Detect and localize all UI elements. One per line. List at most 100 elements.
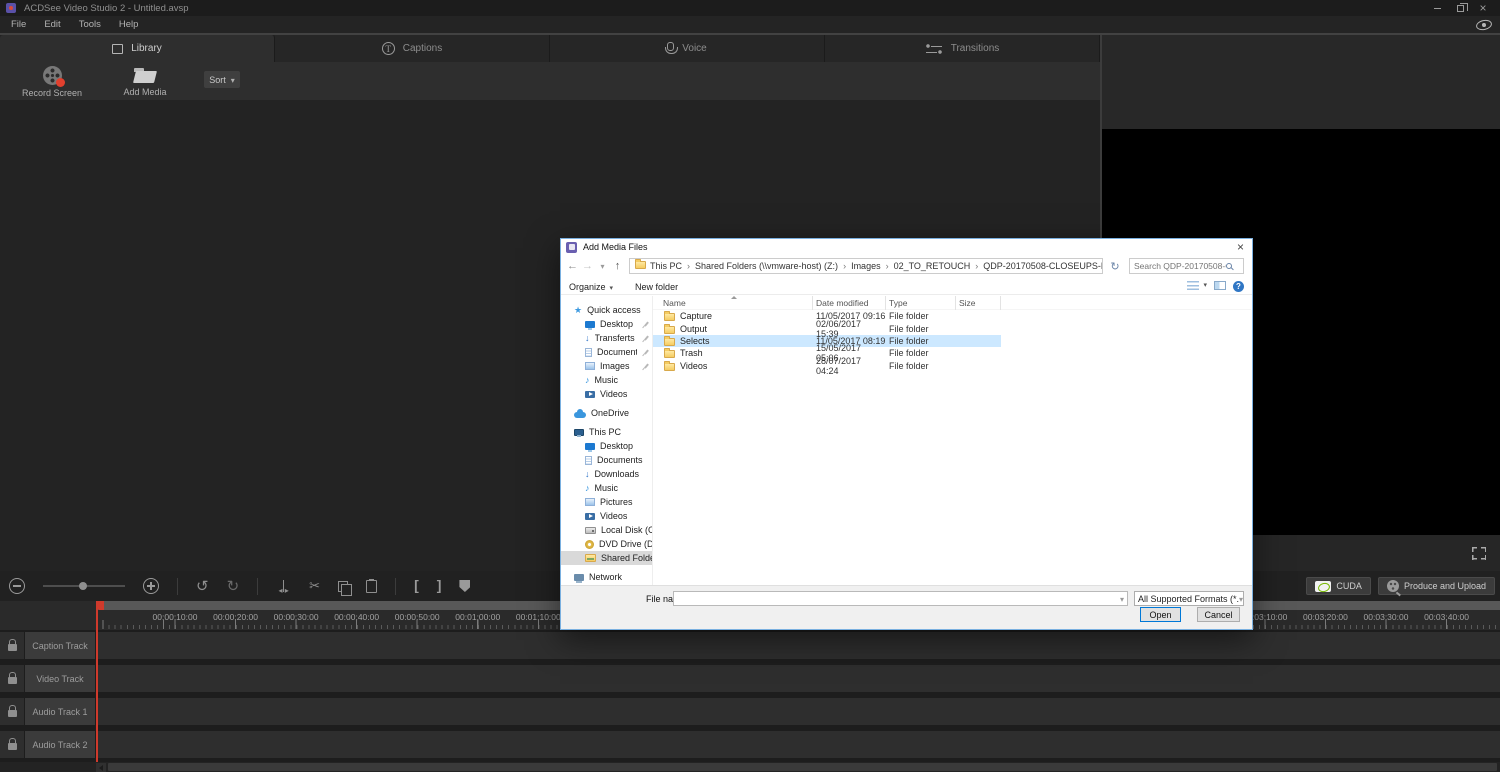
record-screen-button[interactable]: Record Screen — [14, 66, 90, 98]
sidebar-item[interactable]: Shared Folders (\\vm — [561, 551, 652, 565]
track-lane[interactable] — [96, 665, 1500, 692]
preview-pane-button[interactable] — [1206, 281, 1226, 292]
breadcrumb-item[interactable]: QDP-20170508-CLOSEUPS-FLOWERS — [983, 261, 1102, 271]
paste-button[interactable] — [357, 571, 386, 601]
organize-dropdown[interactable]: Organize — [569, 282, 613, 292]
zoom-in-button[interactable] — [134, 571, 168, 601]
column-header-date[interactable]: Date modified — [813, 295, 886, 310]
dialog-toolbar: Organize New folder — [561, 279, 1252, 295]
sidebar-item[interactable]: Music — [561, 373, 652, 387]
breadcrumb-item[interactable]: Images — [851, 261, 894, 271]
track-lane[interactable] — [96, 698, 1500, 725]
chevron-down-icon — [600, 260, 604, 272]
video-icon — [585, 512, 595, 520]
new-folder-button[interactable]: New folder — [635, 282, 678, 292]
tab[interactable]: Captions — [275, 35, 550, 62]
sidebar-item[interactable]: Videos — [561, 509, 652, 523]
format-filter-dropdown[interactable]: All Supported Formats (*.avi;*.r — [1134, 591, 1244, 606]
tab[interactable]: Voice — [550, 35, 825, 62]
menu-item[interactable]: Tools — [70, 17, 110, 32]
close-button[interactable] — [1476, 2, 1490, 14]
acdsee-eye-icon[interactable] — [1475, 17, 1493, 32]
cut-button[interactable] — [300, 571, 329, 601]
file-name-input[interactable] — [674, 592, 1120, 605]
copy-button[interactable] — [329, 571, 357, 601]
sidebar-item[interactable]: Desktop — [561, 439, 652, 453]
Videos[interactable]: Videos 28/07/2017 04:24 File folder — [653, 356, 1001, 376]
zoom-slider[interactable] — [34, 571, 134, 601]
sidebar-item[interactable]: Local Disk (C:) — [561, 523, 652, 537]
sidebar-item[interactable]: Videos — [561, 387, 652, 401]
search-input[interactable] — [1130, 261, 1226, 271]
sidebar-item[interactable]: DVD Drive (D:) Win1 — [561, 537, 652, 551]
breadcrumb-item[interactable]: 02_TO_RETOUCH — [894, 261, 984, 271]
add-marker-button[interactable] — [450, 571, 479, 601]
minimize-button[interactable] — [1430, 2, 1444, 14]
fullscreen-button[interactable] — [1472, 546, 1486, 560]
sort-dropdown[interactable]: Sort — [204, 71, 240, 88]
sidebar-item[interactable]: OneDrive — [561, 406, 652, 420]
produce-and-upload-button[interactable]: Produce and Upload — [1377, 577, 1495, 595]
track-lane[interactable] — [96, 731, 1500, 758]
menu-item[interactable]: Edit — [35, 17, 69, 32]
file-name: Videos — [680, 360, 708, 371]
breadcrumb-item[interactable]: This PC — [650, 261, 695, 271]
track-lane[interactable] — [96, 632, 1500, 659]
help-button[interactable] — [1233, 281, 1244, 292]
up-button[interactable] — [610, 259, 625, 274]
sidebar-item[interactable]: Documents — [561, 453, 652, 467]
redo-button[interactable] — [218, 571, 249, 601]
scroll-left-button[interactable] — [96, 763, 106, 772]
menu-item[interactable]: Help — [110, 17, 148, 32]
sidebar-item[interactable]: This PC — [561, 425, 652, 439]
track-lock-button[interactable] — [0, 632, 24, 659]
column-header-size[interactable]: Size — [956, 295, 1001, 310]
sidebar-item[interactable]: Downloads — [561, 467, 652, 481]
track-lock-button[interactable] — [0, 698, 24, 725]
forward-button[interactable] — [580, 259, 595, 274]
sidebar-item[interactable]: Desktop — [561, 317, 652, 331]
dvd-icon — [585, 539, 594, 549]
undo-button[interactable] — [187, 571, 218, 601]
sidebar-item[interactable]: Network — [561, 570, 652, 584]
sidebar-item[interactable]: Documents — [561, 345, 652, 359]
dialog-close-button[interactable]: × — [1237, 241, 1244, 253]
cancel-button[interactable]: Cancel — [1197, 607, 1240, 622]
add-media-button[interactable]: Add Media — [112, 66, 178, 97]
sidebar-item[interactable]: Images — [561, 359, 652, 373]
sidebar-item[interactable]: Music — [561, 481, 652, 495]
sidebar-item[interactable]: Pictures — [561, 495, 652, 509]
file-date: 02/06/2017 15:39 — [816, 318, 862, 339]
file-name: Selects — [680, 335, 710, 346]
open-button[interactable]: Open — [1140, 607, 1181, 622]
horizontal-scrollbar[interactable] — [108, 763, 1497, 771]
refresh-button[interactable] — [1106, 258, 1124, 274]
track-lock-button[interactable] — [0, 731, 24, 758]
tab[interactable]: Transitions — [825, 35, 1100, 62]
timeline-scrollbar-row — [0, 762, 1500, 772]
Output[interactable]: Output 02/06/2017 15:39 File folder — [653, 318, 1001, 339]
track-lock-button[interactable] — [0, 665, 24, 692]
back-button[interactable] — [565, 259, 580, 274]
playhead[interactable] — [96, 601, 98, 762]
restore-button[interactable] — [1453, 2, 1468, 14]
view-options-button[interactable] — [1187, 281, 1207, 292]
breadcrumb-item[interactable]: Shared Folders (\\vmware-host) (Z:) — [695, 261, 851, 271]
mark-out-button[interactable] — [428, 571, 451, 601]
cuda-label: CUDA — [1336, 581, 1362, 591]
sidebar-item[interactable]: Quick access — [561, 303, 652, 317]
zoom-out-button[interactable] — [0, 571, 34, 601]
address-box[interactable]: This PC Shared Folders (\\vmware-host) (… — [629, 258, 1103, 274]
column-header-type[interactable]: Type — [886, 295, 956, 310]
tab[interactable]: Library — [0, 35, 275, 62]
menu-item[interactable]: File — [2, 17, 35, 32]
cuda-button[interactable]: CUDA — [1306, 577, 1371, 595]
recent-locations-button[interactable] — [595, 259, 610, 274]
split-button[interactable] — [267, 571, 300, 601]
mark-in-button[interactable] — [405, 571, 428, 601]
file-type: File folder — [889, 335, 929, 346]
sep-icon — [257, 577, 259, 595]
sidebar-item[interactable]: Transferts — [561, 331, 652, 345]
title-bar: ACDSee Video Studio 2 - Untitled.avsp — [0, 0, 1500, 16]
column-header-name[interactable]: Name — [653, 295, 813, 310]
